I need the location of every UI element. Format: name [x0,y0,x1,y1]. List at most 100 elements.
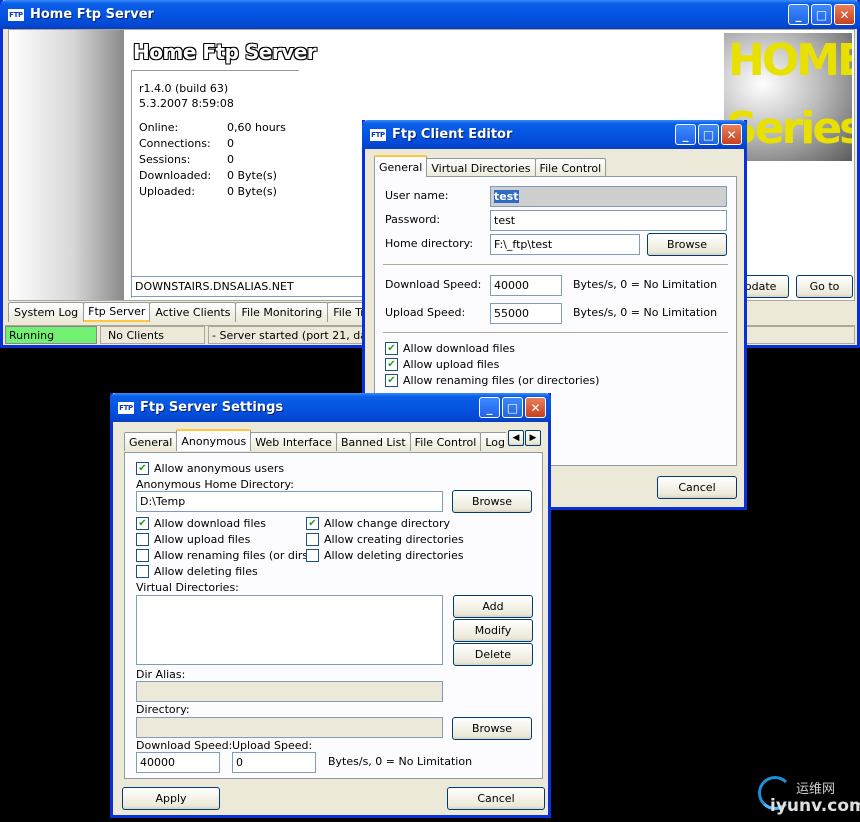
delete-button[interactable]: Delete [453,643,533,666]
checkmark-icon: ✔ [136,517,149,530]
stat-online-value: 0,60 hours [227,121,286,134]
watermark-cn-text: 运维网 [796,782,836,797]
maximize-icon[interactable]: □ [502,397,523,418]
main-window-title: Home Ftp Server [30,7,154,22]
checkbox-box [136,549,149,562]
tab-scroll-arrows: ◀ ▶ [508,430,541,446]
tab-file-monitoring[interactable]: File Monitoring [235,302,329,322]
allow-anonymous-label: Allow anonymous users [154,462,285,475]
server-settings-title: Ftp Server Settings [140,400,284,415]
heading-rule [131,70,299,71]
allow-renaming-checkbox[interactable]: ✔ Allow renaming files (or directories) [385,374,599,387]
separator [383,332,728,334]
apply-button[interactable]: Apply [122,787,220,810]
stat-downloaded-label: Downloaded: [139,169,212,182]
close-icon[interactable]: ✕ [721,124,742,145]
download-speed-label: Download Speed: [385,278,482,291]
logo-home-text: HOME [728,35,852,86]
client-editor-tabs: General Virtual Directories File Control [374,155,607,177]
close-icon[interactable]: ✕ [834,4,855,25]
client-editor-titlebar[interactable]: FTP Ftp Client Editor _ □ ✕ [362,120,747,149]
close-icon[interactable]: ✕ [525,397,546,418]
tab-system-log[interactable]: System Log [8,302,85,322]
checkmark-icon: ✔ [385,374,398,387]
allow-download-checkbox[interactable]: ✔ Allow download files [385,342,515,355]
tab-ftp-server[interactable]: Ftp Server [83,302,151,322]
anon-allow-download-checkbox[interactable]: ✔ Allow download files [136,517,266,530]
allow-download-label: Allow download files [403,342,516,355]
server-settings-panel: ✔ Allow anonymous users Anonymous Home D… [124,452,543,779]
anon-allow-creating-dirs-label: Allow creating directories [324,533,464,546]
username-field[interactable]: test [490,186,727,207]
anon-allow-deleting-files-checkbox[interactable]: Allow deleting files [136,565,258,578]
minimize-icon[interactable]: _ [788,4,809,25]
client-cancel-button[interactable]: Cancel [657,476,737,499]
maximize-icon[interactable]: □ [811,4,832,25]
tab-log[interactable]: Log [480,432,506,451]
app-heading: Home Ftp Server [133,40,317,64]
anon-allow-change-dir-checkbox[interactable]: ✔ Allow change directory [306,517,450,530]
stat-sessions-value: 0 [227,153,234,166]
stat-downloaded-value: 0 Byte(s) [227,169,277,182]
tab-scroll-right-icon[interactable]: ▶ [525,430,541,446]
minimize-icon[interactable]: _ [479,397,500,418]
maximize-icon[interactable]: □ [698,124,719,145]
virtual-dirs-label: Virtual Directories: [136,581,239,594]
anon-allow-creating-dirs-checkbox[interactable]: Allow creating directories [306,533,464,546]
directory-field[interactable] [136,717,443,738]
homedir-label: Home directory: [385,237,474,250]
anon-unit-label: Bytes/s, 0 = No Limitation [328,755,473,768]
tab-file-control[interactable]: File Control [409,432,482,451]
tab-scroll-left-icon[interactable]: ◀ [508,430,524,446]
virtual-dirs-list[interactable] [136,595,443,665]
allow-upload-checkbox[interactable]: ✔ Allow upload files [385,358,499,371]
allow-anonymous-checkbox[interactable]: ✔ Allow anonymous users [136,462,284,475]
homedir-field[interactable]: F:\_ftp\test [490,234,640,255]
gradient-sidebar [9,30,124,300]
server-settings-titlebar[interactable]: FTP Ftp Server Settings _ □ ✕ [110,393,551,422]
minimize-icon[interactable]: _ [675,124,696,145]
server-settings-window: FTP Ftp Server Settings _ □ ✕ General An… [110,393,551,818]
add-button[interactable]: Add [453,595,533,618]
anon-allow-download-label: Allow download files [154,517,267,530]
stat-connections-label: Connections: [139,137,211,150]
checkbox-box [136,565,149,578]
modify-button[interactable]: Modify [453,619,533,642]
tab-virtual-directories[interactable]: Virtual Directories [426,158,536,177]
settings-cancel-button[interactable]: Cancel [447,787,545,810]
tab-anonymous[interactable]: Anonymous [176,429,252,451]
tab-web-interface[interactable]: Web Interface [250,432,337,451]
host-field[interactable]: DOWNSTAIRS.DNSALIAS.NET [131,276,371,297]
goto-button[interactable]: Go to [796,275,853,298]
tab-active-clients[interactable]: Active Clients [149,302,237,322]
anon-allow-upload-checkbox[interactable]: Allow upload files [136,533,250,546]
password-field[interactable]: test [490,210,727,231]
anon-allow-renaming-checkbox[interactable]: Allow renaming files (or dirs) [136,549,312,562]
tab-general[interactable]: General [374,155,428,177]
allow-renaming-label: Allow renaming files (or directories) [403,374,600,387]
anon-allow-deleting-dirs-checkbox[interactable]: Allow deleting directories [306,549,464,562]
anon-browse-button[interactable]: Browse [452,490,532,513]
main-titlebar[interactable]: FTP Home Ftp Server _ □ ✕ [0,0,860,29]
username-value: test [494,190,519,203]
tab-banned-list[interactable]: Banned List [335,432,411,451]
allow-upload-label: Allow upload files [403,358,500,371]
anon-home-field[interactable]: D:\Temp [136,491,443,512]
anon-upload-speed-field[interactable]: 0 [232,752,316,773]
directory-label: Directory: [136,703,190,716]
upload-speed-field[interactable]: 55000 [490,303,562,324]
anon-allow-deleting-files-label: Allow deleting files [154,565,258,578]
status-clients: No Clients [100,326,205,344]
tab-general[interactable]: General [124,432,178,451]
client-editor-title: Ftp Client Editor [392,127,513,142]
dir-alias-field[interactable] [136,681,443,702]
download-speed-field[interactable]: 40000 [490,275,562,296]
browse-button[interactable]: Browse [647,233,727,256]
stat-online-label: Online: [139,121,179,134]
tab-file-control[interactable]: File Control [534,158,607,177]
anon-download-speed-field[interactable]: 40000 [136,752,220,773]
directory-browse-button[interactable]: Browse [452,717,532,740]
ftp-app-icon: FTP [370,128,386,141]
anon-home-label: Anonymous Home Directory: [136,478,294,491]
checkbox-box [306,549,319,562]
